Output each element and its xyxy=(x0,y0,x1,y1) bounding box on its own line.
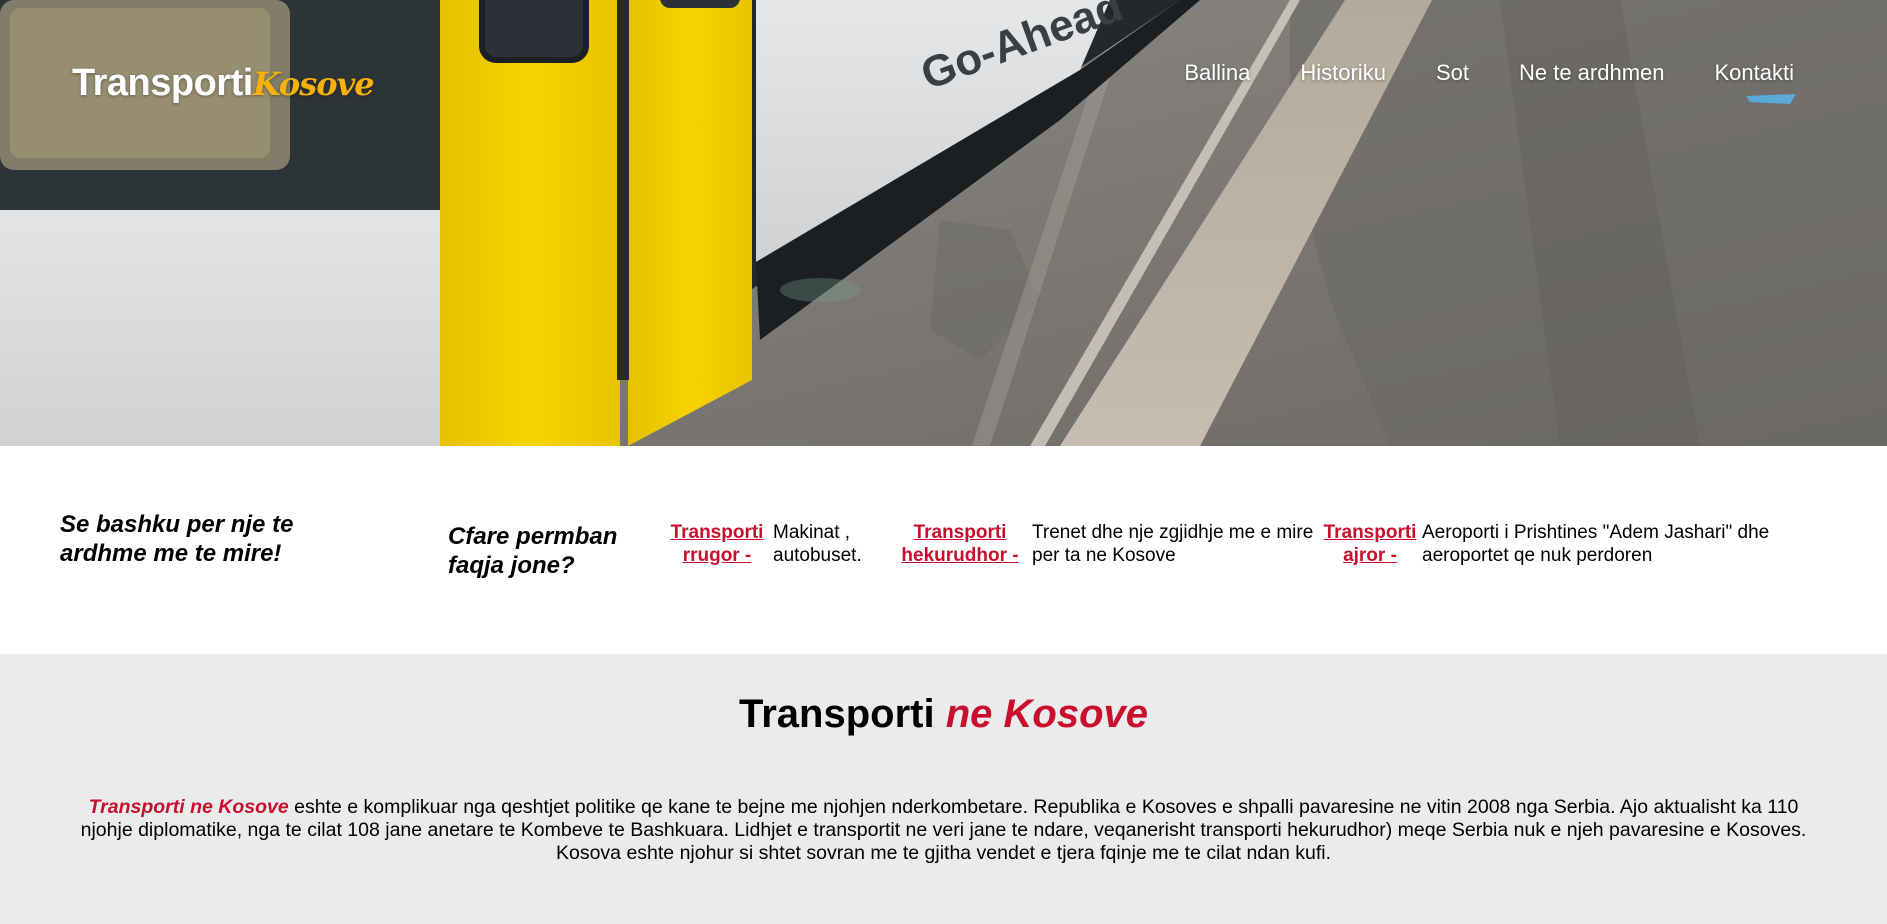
about-section: Transporti ne Kosove Transporti ne Kosov… xyxy=(0,654,1887,924)
about-paragraph: Transporti ne Kosove eshte e komplikuar … xyxy=(78,796,1809,865)
logo-accent-text: Kosove xyxy=(252,65,375,103)
about-title-main: Transporti xyxy=(738,692,935,736)
logo-main-text: Transporti xyxy=(72,62,253,104)
feature-desc-rail: Trenet dhe nje zgjidhje me e mire per ta… xyxy=(1032,522,1314,566)
feature-link-rail[interactable]: Transporti hekurudhor - xyxy=(898,521,1022,567)
nav-historiku[interactable]: Historiku xyxy=(1300,60,1386,86)
feature-link-air[interactable]: Transporti ajror - xyxy=(1323,521,1417,567)
about-title-accent: ne Kosove xyxy=(945,692,1148,736)
feature-link-road[interactable]: Transporti rrugor - xyxy=(668,521,766,567)
info-strip: Se bashku per nje te ardhme me te mire! … xyxy=(0,446,1887,654)
about-body: eshte e komplikuar nga qeshtjet politike… xyxy=(80,796,1807,864)
nav-ne-te-ardhmen[interactable]: Ne te ardhmen xyxy=(1519,60,1665,86)
hero-banner: Go-Ahead TransportiKosove Ballina Histor… xyxy=(0,0,1887,446)
nav-kontakti[interactable]: Kontakti xyxy=(1715,60,1795,86)
tagline: Se bashku per nje te ardhme me te mire! xyxy=(60,511,294,567)
feature-desc-road: Makinat , autobuset. xyxy=(773,522,862,566)
site-logo[interactable]: TransportiKosove xyxy=(72,62,375,105)
about-title: Transporti ne Kosove xyxy=(0,692,1887,737)
about-lead: Transporti ne Kosove xyxy=(88,796,289,818)
content-question: Cfare permban faqja jone? xyxy=(448,523,618,579)
nav-ballina[interactable]: Ballina xyxy=(1184,60,1250,86)
main-nav: Ballina Historiku Sot Ne te ardhmen Kont… xyxy=(1184,60,1794,86)
feature-desc-air: Aeroporti i Prishtines "Adem Jashari" dh… xyxy=(1422,522,1770,566)
nav-sot[interactable]: Sot xyxy=(1436,60,1469,86)
